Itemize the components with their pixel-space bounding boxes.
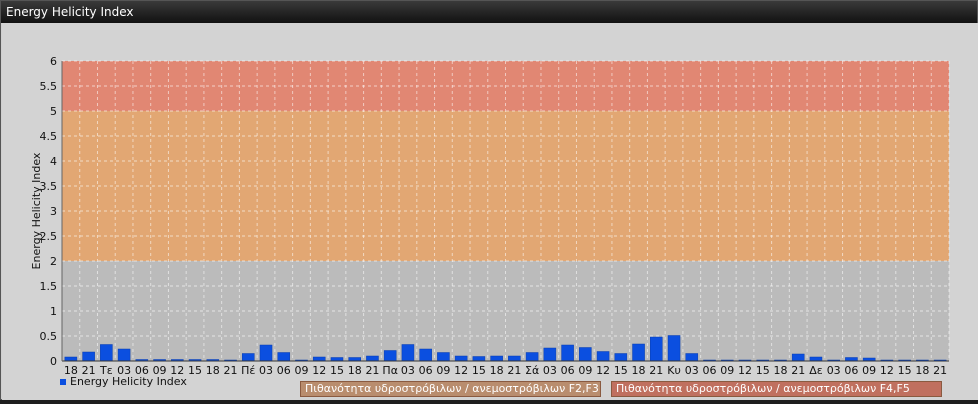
y-tick-label: 3 — [50, 205, 57, 218]
y-tick-label: 5 — [50, 105, 57, 118]
x-tick-label: 15 — [472, 364, 486, 377]
x-tick-label: Σά — [525, 364, 539, 377]
x-tick-label: 06 — [703, 364, 717, 377]
x-tick-label: 21 — [791, 364, 805, 377]
bar — [596, 351, 610, 362]
x-tick-label: Δε — [809, 364, 823, 377]
bar — [259, 344, 273, 362]
bar — [614, 353, 628, 362]
bar — [366, 355, 379, 362]
bar — [667, 335, 681, 362]
x-tick-label: 09 — [862, 364, 876, 377]
x-tick-label: 15 — [188, 364, 202, 377]
bar — [401, 344, 415, 362]
y-tick-label: 5.5 — [40, 80, 58, 93]
x-tick-label: 12 — [596, 364, 610, 377]
x-tick-label: 03 — [543, 364, 557, 377]
legend-swatch — [60, 379, 66, 385]
x-tick-label: Πα — [382, 364, 398, 377]
bar — [650, 336, 663, 362]
x-tick-label: 15 — [614, 364, 628, 377]
bar — [241, 353, 255, 362]
x-tick-label: 09 — [294, 364, 308, 377]
x-tick-label: 18 — [206, 364, 220, 377]
bar — [525, 352, 539, 362]
y-tick-label: 1 — [50, 305, 57, 318]
x-tick-label: 09 — [578, 364, 592, 377]
bar — [419, 348, 432, 362]
bar — [579, 347, 592, 362]
y-tick-label: 0.5 — [40, 330, 58, 343]
bar — [64, 356, 78, 362]
bar — [117, 348, 131, 362]
chart-widget: Energy Helicity Index 0 0.5 1 1.5 2 2.5 3 3.5 4 4… — [0, 0, 978, 400]
bar — [277, 352, 291, 362]
y-tick-label: 2 — [50, 255, 57, 268]
x-tick-label: 06 — [419, 364, 433, 377]
x-tick-label: 15 — [330, 364, 344, 377]
band-label-f4-f5: Πιθανότητα υδροστρόβιλων / ανεμοστρόβιλω… — [611, 381, 942, 397]
x-tick-label: 12 — [738, 364, 752, 377]
y-tick-label: 6 — [50, 55, 57, 68]
ehi-chart: 00.511.522.533.544.555.56 18 21 Τε 03 06 09 12… — [30, 55, 950, 377]
legend: Energy Helicity Index — [60, 375, 187, 389]
bar — [845, 357, 858, 362]
x-tick-label: 21 — [507, 364, 521, 377]
x-tick-label: 09 — [720, 364, 734, 377]
x-tick-label: 09 — [436, 364, 450, 377]
bar — [791, 353, 805, 362]
x-tick-label: 06 — [561, 364, 575, 377]
x-tick-label: 12 — [454, 364, 468, 377]
y-axis-label: Energy Helicity Index — [30, 152, 43, 269]
x-tick-label: 21 — [224, 364, 238, 377]
chart-area: 0 0.5 1 1.5 2 2.5 3 3.5 4 4.5 5 5.5 6 18 21 Τε 03 06 09 12… — [2, 23, 978, 400]
bar — [348, 357, 361, 362]
x-tick-label: 18 — [490, 364, 504, 377]
bar — [437, 352, 450, 362]
bar — [330, 357, 344, 362]
x-tick-label: 15 — [898, 364, 912, 377]
bar — [508, 355, 521, 362]
y-tick-label: 4 — [50, 155, 57, 168]
widget-title: Energy Helicity Index — [1, 1, 977, 23]
bar — [100, 344, 113, 362]
x-tick-label: 06 — [277, 364, 291, 377]
x-tick-label: 12 — [880, 364, 894, 377]
x-tick-label: 18 — [632, 364, 646, 377]
bar — [472, 356, 486, 362]
bar — [809, 356, 823, 362]
x-tick-label: 18 — [915, 364, 929, 377]
x-tick-label: 21 — [649, 364, 663, 377]
x-tick-label: 12 — [312, 364, 326, 377]
y-tick-label: 1.5 — [40, 280, 58, 293]
x-tick-label: 03 — [827, 364, 841, 377]
y-tick-label: 4.5 — [40, 130, 58, 143]
x-tick-labels: 18 21 Τε 03 06 09 12 15 18 21 Πέ 03 06 09 12 15 18 21 Πα 03… — [64, 364, 947, 377]
band-label-f2-f3: Πιθανότητα υδροστρόβιλων / ανεμοστρόβιλω… — [300, 381, 601, 397]
x-tick-label: 03 — [685, 364, 699, 377]
bar — [454, 355, 468, 362]
legend-label: Energy Helicity Index — [70, 375, 187, 388]
x-tick-label: 06 — [844, 364, 858, 377]
bar — [312, 356, 326, 362]
bar — [543, 347, 557, 362]
x-tick-label: 03 — [259, 364, 273, 377]
bar — [490, 355, 503, 362]
bar — [82, 351, 95, 362]
bar — [561, 344, 574, 362]
x-tick-label: 18 — [348, 364, 362, 377]
bar — [383, 350, 397, 362]
x-tick-label: Πέ — [241, 364, 255, 377]
x-tick-label: 21 — [365, 364, 379, 377]
x-tick-label: 15 — [756, 364, 770, 377]
x-tick-label: Κυ — [667, 364, 681, 377]
bar — [632, 343, 645, 362]
x-tick-label: 21 — [933, 364, 947, 377]
x-tick-label: 18 — [773, 364, 787, 377]
y-tick-label: 0 — [50, 355, 57, 368]
x-tick-label: 03 — [401, 364, 415, 377]
bar — [685, 353, 699, 362]
